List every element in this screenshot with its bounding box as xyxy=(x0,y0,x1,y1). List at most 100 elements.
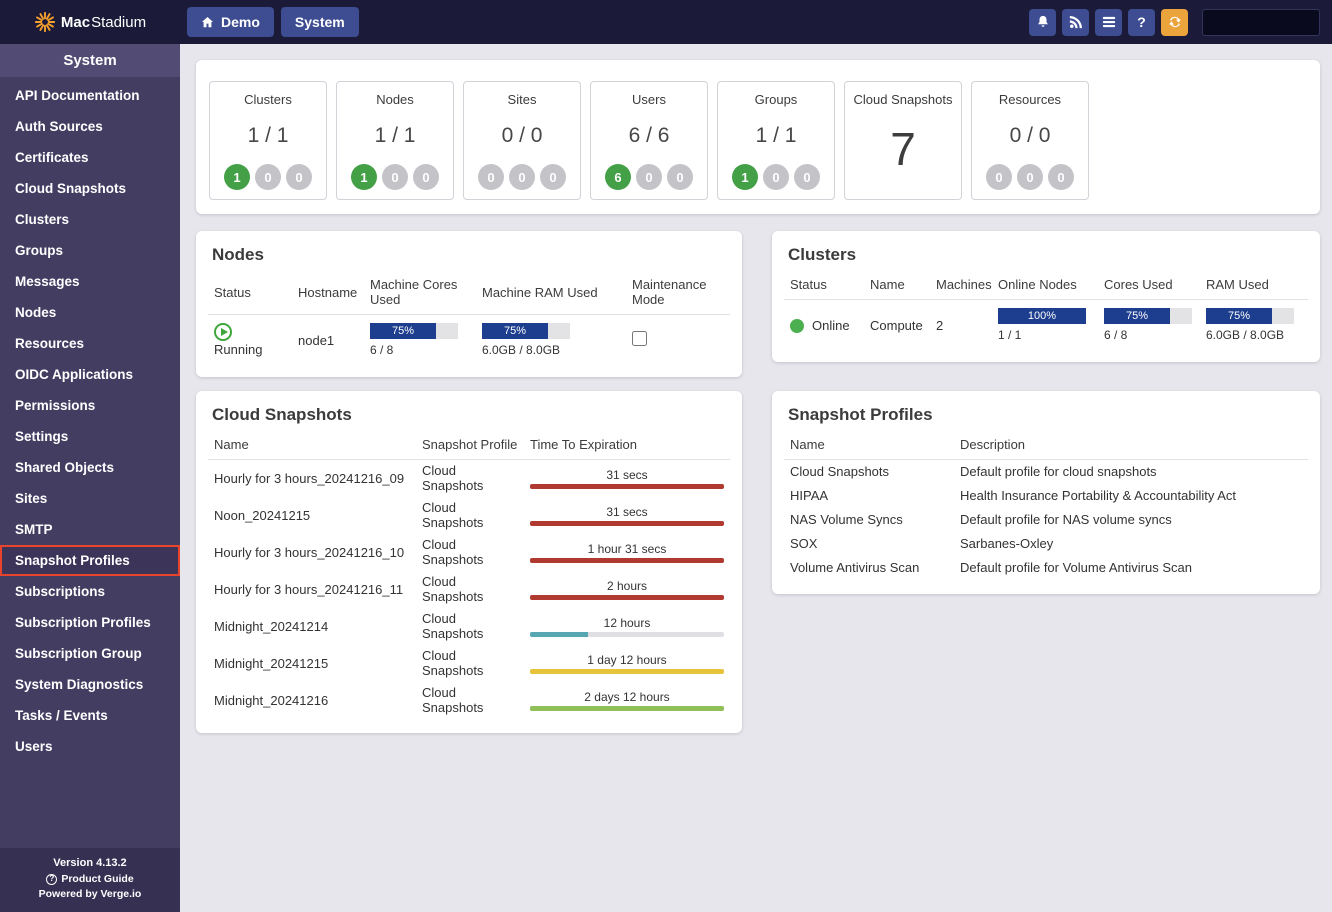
sidebar-item-cloud-snapshots[interactable]: Cloud Snapshots xyxy=(0,173,180,204)
expiration-bar xyxy=(530,558,724,563)
table-row[interactable]: Running node1 75% 6 / 8 75% xyxy=(208,315,730,364)
snapshot-profile: Cloud Snapshots xyxy=(416,534,524,571)
profile-description: Health Insurance Portability & Accountab… xyxy=(954,484,1308,508)
table-row[interactable]: SOX Sarbanes-Oxley xyxy=(784,532,1308,556)
table-row[interactable]: Hourly for 3 hours_20241216_10 Cloud Sna… xyxy=(208,534,730,571)
column-header: Machines xyxy=(930,273,992,300)
cloud-snapshots-table: Name Snapshot Profile Time To Expiration… xyxy=(208,433,730,719)
refresh-button[interactable] xyxy=(1161,9,1188,36)
sidebar-item-subscriptions[interactable]: Subscriptions xyxy=(0,576,180,607)
sidebar-item-sites[interactable]: Sites xyxy=(0,483,180,514)
sidebar-menu: API Documentation Auth Sources Certifica… xyxy=(0,77,180,848)
home-icon xyxy=(201,16,214,29)
snapshot-name: Midnight_20241214 xyxy=(208,608,416,645)
stat-value: 0 / 0 xyxy=(1010,124,1051,148)
stat-tile-resources[interactable]: Resources 0 / 0 0 0 0 xyxy=(971,81,1089,200)
maintenance-mode-checkbox[interactable] xyxy=(632,331,647,346)
column-header: Status xyxy=(208,273,292,315)
sidebar-item-nodes[interactable]: Nodes xyxy=(0,297,180,328)
status-badge: 0 xyxy=(763,164,789,190)
search-input[interactable] xyxy=(1202,9,1320,36)
status-badge: 0 xyxy=(509,164,535,190)
sidebar-item-messages[interactable]: Messages xyxy=(0,266,180,297)
table-row[interactable]: Noon_20241215 Cloud Snapshots 31 secs xyxy=(208,497,730,534)
expiration-bar xyxy=(530,595,724,600)
profile-description: Default profile for Volume Antivirus Sca… xyxy=(954,556,1308,580)
sidebar-item-clusters[interactable]: Clusters xyxy=(0,204,180,235)
column-header: Hostname xyxy=(292,273,364,315)
status-badge: 0 xyxy=(636,164,662,190)
sidebar-item-auth-sources[interactable]: Auth Sources xyxy=(0,111,180,142)
column-header: Name xyxy=(864,273,930,300)
sidebar-item-api-documentation[interactable]: API Documentation xyxy=(0,80,180,111)
column-header: Machine Cores Used xyxy=(364,273,476,315)
sidebar-title: System xyxy=(0,44,180,77)
table-row[interactable]: Midnight_20241216 Cloud Snapshots 2 days… xyxy=(208,682,730,719)
nodes-panel: Nodes Status Hostname Machine Cores Used… xyxy=(196,231,742,377)
sidebar-item-groups[interactable]: Groups xyxy=(0,235,180,266)
online-nodes-text: 1 / 1 xyxy=(998,328,1092,342)
cores-used-text: 6 / 8 xyxy=(370,343,470,357)
progress-fill: 75% xyxy=(482,323,548,339)
expiration-time: 31 secs xyxy=(530,505,724,519)
sidebar-item-snapshot-profiles[interactable]: Snapshot Profiles xyxy=(0,545,180,576)
sidebar-item-tasks-events[interactable]: Tasks / Events xyxy=(0,700,180,731)
status-badge: 6 xyxy=(605,164,631,190)
cores-used-text: 6 / 8 xyxy=(1104,328,1194,342)
panel-title: Nodes xyxy=(212,245,726,265)
sidebar-item-shared-objects[interactable]: Shared Objects xyxy=(0,452,180,483)
table-row[interactable]: Cloud Snapshots Default profile for clou… xyxy=(784,460,1308,485)
expiration-bar-fill xyxy=(530,521,724,526)
expiration-bar xyxy=(530,706,724,711)
column-header: Description xyxy=(954,433,1308,460)
stat-tile-clusters[interactable]: Clusters 1 / 1 1 0 0 xyxy=(209,81,327,200)
log-list-button[interactable] xyxy=(1095,9,1122,36)
stat-tile-groups[interactable]: Groups 1 / 1 1 0 0 xyxy=(717,81,835,200)
help-circle-icon: ? xyxy=(46,874,57,885)
sidebar-item-system-diagnostics[interactable]: System Diagnostics xyxy=(0,669,180,700)
notifications-button[interactable] xyxy=(1029,9,1056,36)
expiration-bar xyxy=(530,484,724,489)
main-content: Clusters 1 / 1 1 0 0 Nodes 1 / 1 1 0 0 S… xyxy=(180,44,1332,912)
status-badge: 0 xyxy=(382,164,408,190)
table-row[interactable]: Midnight_20241215 Cloud Snapshots 1 day … xyxy=(208,645,730,682)
rss-button[interactable] xyxy=(1062,9,1089,36)
stat-tile-sites[interactable]: Sites 0 / 0 0 0 0 xyxy=(463,81,581,200)
help-button[interactable]: ? xyxy=(1128,9,1155,36)
progress-fill: 75% xyxy=(370,323,436,339)
sidebar-item-smtp[interactable]: SMTP xyxy=(0,514,180,545)
sidebar-item-oidc-applications[interactable]: OIDC Applications xyxy=(0,359,180,390)
sidebar-item-users[interactable]: Users xyxy=(0,731,180,762)
stat-tile-cloud-snapshots[interactable]: Cloud Snapshots 7 xyxy=(844,81,962,200)
macstadium-logo[interactable]: MacStadium xyxy=(0,11,180,33)
sidebar-item-permissions[interactable]: Permissions xyxy=(0,390,180,421)
table-row[interactable]: Midnight_20241214 Cloud Snapshots 12 hou… xyxy=(208,608,730,645)
stat-tile-users[interactable]: Users 6 / 6 6 0 0 xyxy=(590,81,708,200)
system-button[interactable]: System xyxy=(281,7,359,37)
table-header-row: Name Description xyxy=(784,433,1308,460)
demo-button[interactable]: Demo xyxy=(187,7,274,37)
sidebar-item-certificates[interactable]: Certificates xyxy=(0,142,180,173)
table-row[interactable]: HIPAA Health Insurance Portability & Acc… xyxy=(784,484,1308,508)
product-guide-link[interactable]: ? Product Guide xyxy=(0,872,180,888)
stat-label: Cloud Snapshots xyxy=(853,92,952,107)
table-row[interactable]: NAS Volume Syncs Default profile for NAS… xyxy=(784,508,1308,532)
sidebar-footer: Version 4.13.2 ? Product Guide Powered b… xyxy=(0,848,180,912)
stat-label: Resources xyxy=(999,92,1061,107)
column-header: Name xyxy=(208,433,416,460)
refresh-icon xyxy=(1168,15,1182,29)
table-row[interactable]: Hourly for 3 hours_20241216_09 Cloud Sna… xyxy=(208,460,730,498)
sidebar-item-settings[interactable]: Settings xyxy=(0,421,180,452)
stat-value: 6 / 6 xyxy=(629,124,670,148)
stat-tile-nodes[interactable]: Nodes 1 / 1 1 0 0 xyxy=(336,81,454,200)
snapshot-profile: Cloud Snapshots xyxy=(416,682,524,719)
profile-description: Default profile for NAS volume syncs xyxy=(954,508,1308,532)
table-row[interactable]: Online Compute 2 100% 1 / 1 75% xyxy=(784,300,1308,349)
table-row[interactable]: Hourly for 3 hours_20241216_11 Cloud Sna… xyxy=(208,571,730,608)
sidebar-item-resources[interactable]: Resources xyxy=(0,328,180,359)
running-icon xyxy=(214,323,232,341)
column-header: Maintenance Mode xyxy=(626,273,730,315)
sidebar-item-subscription-group[interactable]: Subscription Group xyxy=(0,638,180,669)
sidebar-item-subscription-profiles[interactable]: Subscription Profiles xyxy=(0,607,180,638)
table-row[interactable]: Volume Antivirus Scan Default profile fo… xyxy=(784,556,1308,580)
